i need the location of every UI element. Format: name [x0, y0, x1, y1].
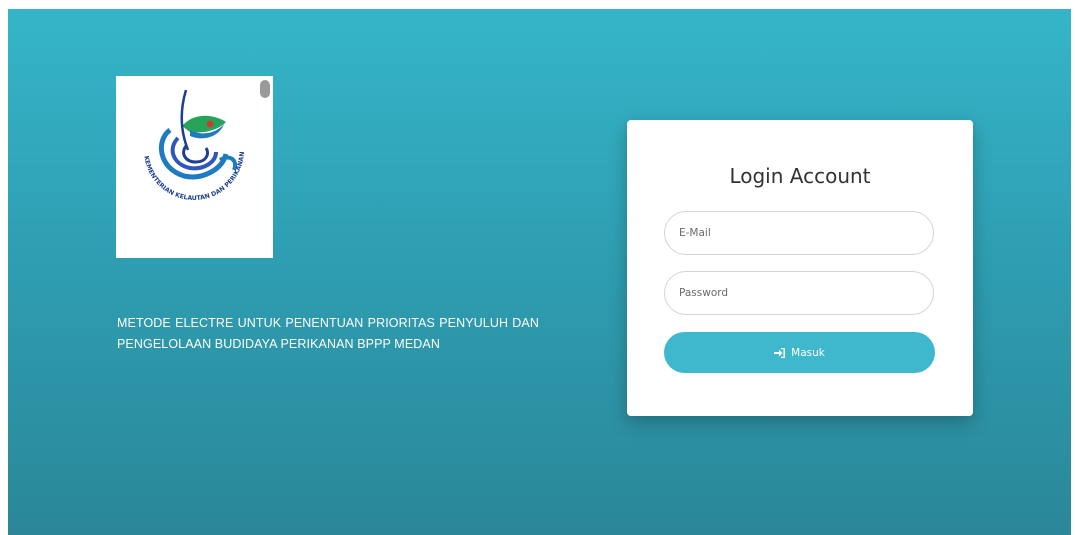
email-field[interactable] — [664, 211, 934, 255]
login-card: Login Account Masuk — [627, 120, 973, 416]
password-field[interactable] — [664, 271, 934, 315]
logo-panel: KEMENTERIAN KELAUTAN DAN PERIKANAN — [116, 76, 273, 258]
login-title: Login Account — [729, 164, 871, 188]
app-tagline: METODE ELECTRE UNTUK PENENTUAN PRIORITAS… — [117, 316, 539, 351]
login-button-label: Masuk — [791, 346, 825, 359]
login-page-background: KEMENTERIAN KELAUTAN DAN PERIKANAN METOD… — [8, 9, 1071, 535]
ministry-logo-icon: KEMENTERIAN KELAUTAN DAN PERIKANAN — [142, 90, 246, 202]
logo-scrollbar[interactable] — [260, 80, 270, 98]
sign-in-icon — [774, 347, 786, 358]
login-button[interactable]: Masuk — [664, 332, 935, 373]
